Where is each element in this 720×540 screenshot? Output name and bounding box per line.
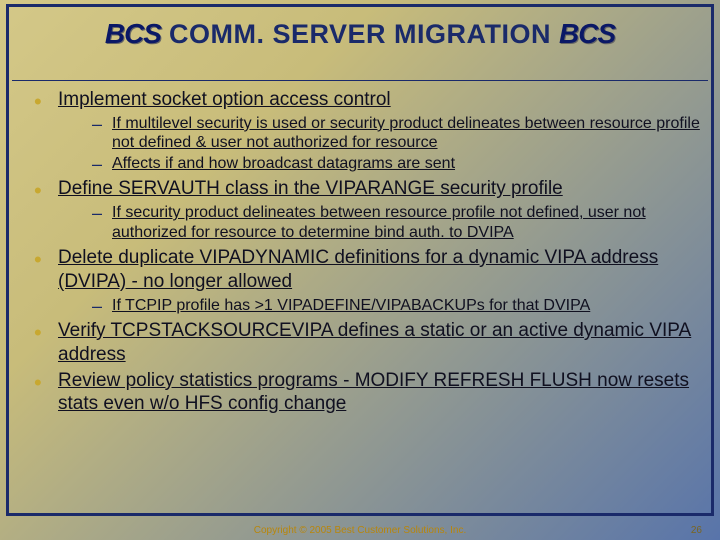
- bullet-item: Verify TCPSTACKSOURCEVIPA defines a stat…: [30, 319, 700, 367]
- logo-left: BCS: [105, 18, 161, 50]
- sub-list: If security product delineates between r…: [58, 203, 700, 242]
- footer-copyright: Copyright © 2005 Best Customer Solutions…: [0, 525, 720, 536]
- bullet-text: Verify TCPSTACKSOURCEVIPA defines a stat…: [58, 320, 691, 365]
- page-number: 26: [691, 525, 702, 536]
- sub-text: Affects if and how broadcast datagrams a…: [112, 155, 455, 172]
- bullet-item: Implement socket option access control I…: [30, 88, 700, 173]
- bullet-item: Review policy statistics programs - MODI…: [30, 369, 700, 417]
- frame-border-right: [711, 4, 714, 516]
- bullet-text: Delete duplicate VIPADYNAMIC definitions…: [58, 247, 658, 292]
- sub-item: If security product delineates between r…: [58, 203, 700, 242]
- sub-text: security product delineates between reso…: [112, 204, 646, 241]
- frame-border-bottom: [6, 513, 714, 516]
- sub-item: If multilevel security is used or securi…: [58, 114, 700, 153]
- sub-item: If TCPIP profile has >1 VIPADEFINE/VIPAB…: [58, 296, 700, 316]
- bullet-text: Implement socket option access control: [58, 89, 391, 110]
- sub-underline: If: [112, 204, 125, 221]
- sub-underline: If multilevel security is used or: [112, 115, 330, 132]
- divider-line: [12, 80, 708, 81]
- sub-item: Affects if and how broadcast datagrams a…: [58, 154, 700, 174]
- bullet-item: Delete duplicate VIPADYNAMIC definitions…: [30, 246, 700, 315]
- title-bar: BCS COMM. SERVER MIGRATION BCS: [20, 18, 700, 50]
- bullet-text: Review policy statistics programs - MODI…: [58, 370, 689, 415]
- page-title: COMM. SERVER MIGRATION: [169, 19, 551, 50]
- sub-list: If multilevel security is used or securi…: [58, 114, 700, 174]
- sub-list: If TCPIP profile has >1 VIPADEFINE/VIPAB…: [58, 296, 700, 316]
- bullet-list: Implement socket option access control I…: [30, 88, 700, 416]
- bullet-text: Define SERVAUTH class in the VIPARANGE s…: [58, 178, 563, 199]
- slide-content: Implement socket option access control I…: [30, 88, 700, 510]
- frame-border-top: [6, 4, 714, 7]
- bullet-item: Define SERVAUTH class in the VIPARANGE s…: [30, 177, 700, 242]
- logo-right: BCS: [559, 18, 615, 50]
- sub-text: If TCPIP profile has >1 VIPADEFINE/VIPAB…: [112, 297, 590, 314]
- frame-border-left: [6, 4, 9, 516]
